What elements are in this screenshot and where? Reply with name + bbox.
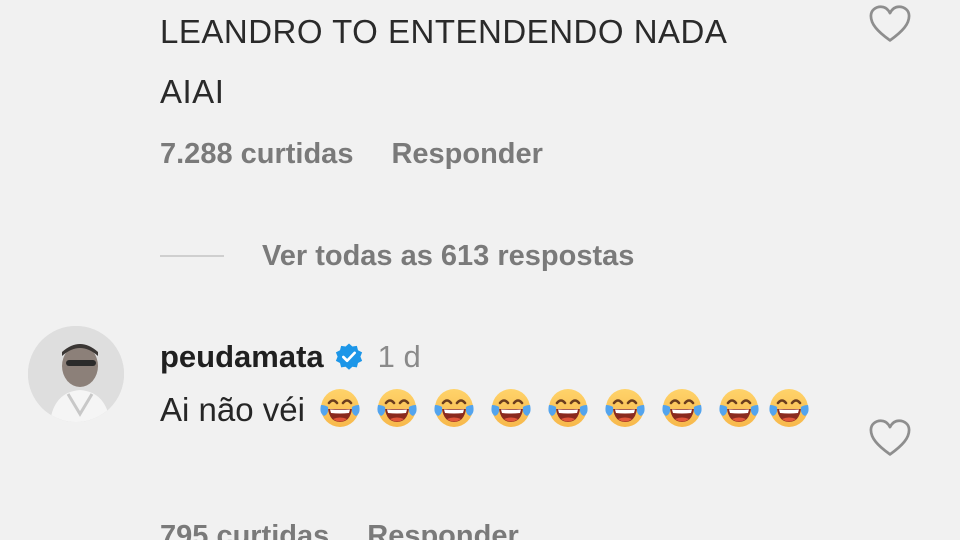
comment-text-line: AIAI — [160, 73, 225, 110]
comment-text-content: Ai não véi — [160, 391, 305, 428]
rolling-on-floor-laughing-emoji — [489, 386, 533, 430]
comment-text: LEANDRO TO ENTENDENDO NADA AIAI — [160, 2, 840, 122]
view-replies-label: Ver todas as 613 respostas — [262, 239, 635, 272]
reply-button[interactable]: Responder — [391, 138, 542, 170]
verified-badge-icon — [334, 342, 364, 372]
comment-actions: 795 curtidas Responder — [160, 520, 519, 540]
comment-text-line: LEANDRO TO ENTENDENDO NADA — [160, 13, 728, 50]
likes-count[interactable]: 7.288 curtidas — [160, 138, 353, 170]
rolling-on-floor-laughing-emoji — [432, 386, 476, 430]
rolling-on-floor-laughing-emoji — [603, 386, 647, 430]
rolling-on-floor-laughing-emoji — [767, 386, 811, 430]
heart-outline-icon[interactable] — [868, 418, 912, 458]
reply-button[interactable]: Responder — [367, 520, 518, 540]
rolling-on-floor-laughing-emoji — [546, 386, 590, 430]
avatar[interactable] — [28, 326, 124, 422]
heart-outline-icon[interactable] — [868, 4, 912, 44]
view-replies-button[interactable]: Ver todas as 613 respostas — [160, 236, 634, 276]
likes-count[interactable]: 795 curtidas — [160, 520, 329, 540]
divider-line — [160, 255, 224, 257]
rolling-on-floor-laughing-emoji — [717, 386, 761, 430]
comment-header: peudamata 1 d — [160, 334, 421, 380]
comment-text: Ai não véi — [160, 382, 840, 438]
username-link[interactable]: peudamata — [160, 339, 324, 375]
rolling-on-floor-laughing-emoji — [318, 386, 362, 430]
rolling-on-floor-laughing-emoji — [660, 386, 704, 430]
comments-panel: LEANDRO TO ENTENDENDO NADA AIAI 7.288 cu… — [0, 0, 960, 540]
rolling-on-floor-laughing-emoji — [375, 386, 419, 430]
comment-timestamp[interactable]: 1 d — [378, 339, 421, 375]
comment-actions: 7.288 curtidas Responder — [160, 138, 543, 171]
